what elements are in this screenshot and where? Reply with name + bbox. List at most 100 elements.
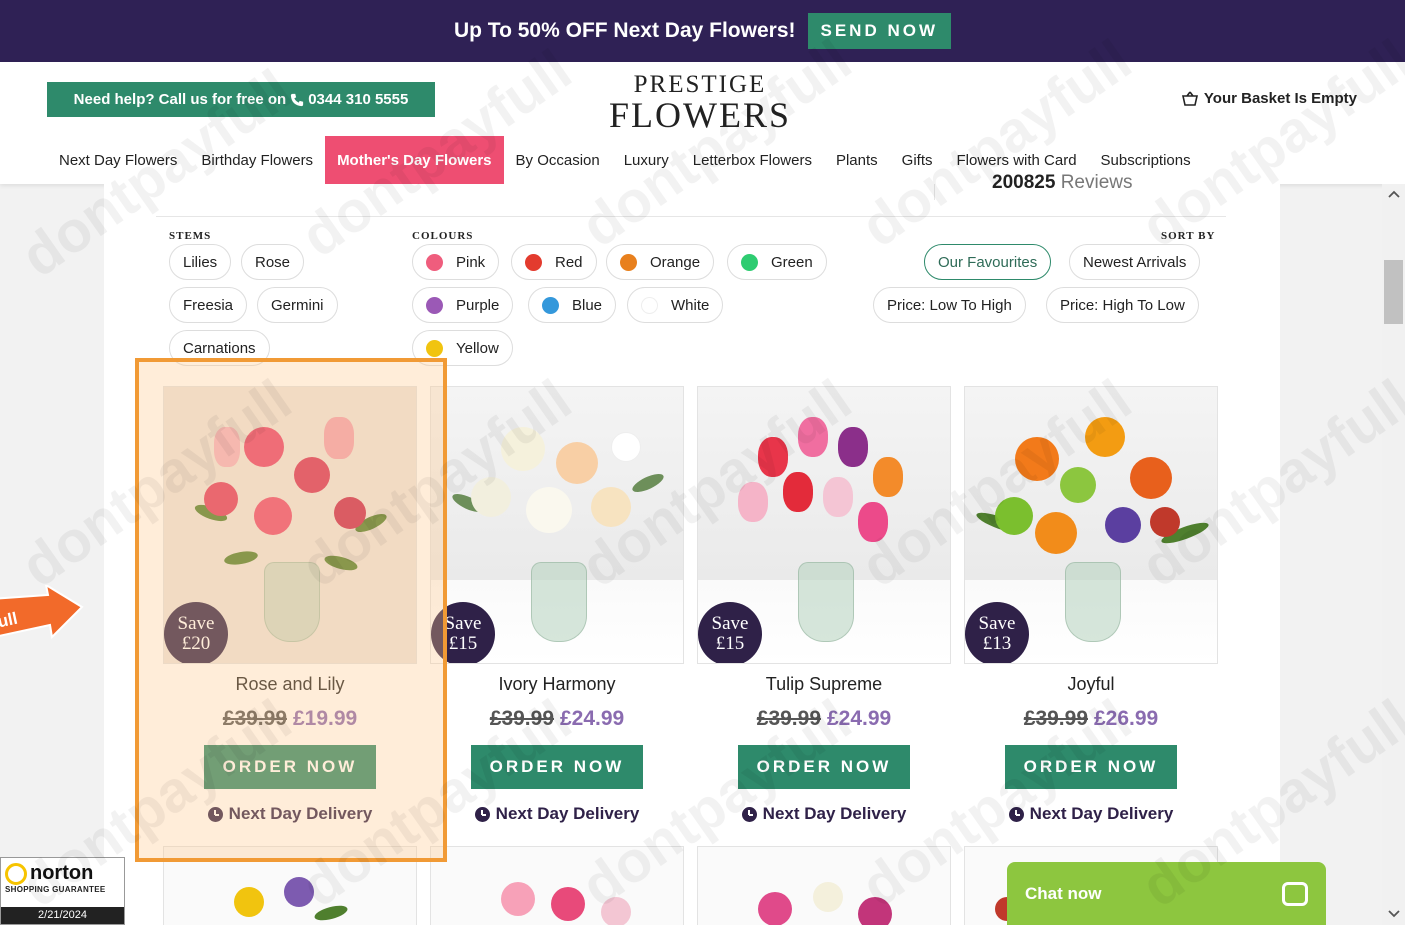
stem-filter-germini[interactable]: Germini: [257, 287, 338, 323]
stem-filter-freesia[interactable]: Freesia: [169, 287, 248, 323]
scrollbar[interactable]: [1382, 184, 1405, 925]
colour-filter-blue[interactable]: Blue: [528, 287, 617, 323]
stem-filter-rose[interactable]: Rose: [241, 244, 305, 280]
rose-bloom: [526, 487, 572, 533]
sort-newest-arrivals[interactable]: Newest Arrivals: [1069, 244, 1201, 280]
basket-label: Your Basket Is Empty: [1203, 90, 1357, 107]
scroll-up-icon[interactable]: [1388, 190, 1400, 198]
sort-by-label: SORT BY: [1161, 230, 1216, 242]
product-image-partial[interactable]: [430, 846, 684, 925]
chrysanthemum-bloom: [995, 497, 1033, 535]
product-price: £39.99 £26.99: [964, 707, 1218, 731]
save-amount: £13: [982, 633, 1012, 654]
colour-label: Red: [555, 253, 583, 271]
order-now-button[interactable]: ORDER NOW: [738, 745, 910, 789]
new-price: £24.99: [560, 707, 625, 730]
sort-our-favourites[interactable]: Our Favourites: [924, 244, 1052, 280]
colour-label: Pink: [456, 253, 486, 271]
save-label: Save: [711, 613, 749, 634]
rose-bloom: [471, 477, 511, 517]
product-image-tulip-supreme[interactable]: Save £15: [697, 386, 951, 664]
sort-price-high-to-low[interactable]: Price: High To Low: [1046, 287, 1199, 323]
nav-plants[interactable]: Plants: [824, 136, 890, 184]
tulip-bloom: [858, 502, 888, 542]
red-swatch-icon: [525, 253, 542, 271]
orange-swatch-icon: [620, 253, 637, 271]
nav-letterbox-flowers[interactable]: Letterbox Flowers: [681, 136, 824, 184]
new-price: £26.99: [1094, 707, 1159, 730]
colour-label: Blue: [572, 296, 603, 314]
norton-badge[interactable]: norton SHOPPING GUARANTEE 2/21/2024: [0, 857, 125, 925]
save-badge: Save £13: [965, 602, 1029, 663]
stem-filter-lilies[interactable]: Lilies: [169, 244, 232, 280]
promo-banner: Up To 50% OFF Next Day Flowers! SEND NOW: [0, 0, 1405, 62]
colour-label: Green: [771, 253, 813, 271]
save-badge: Save £15: [698, 602, 762, 663]
next-day-delivery: Next Day Delivery: [430, 804, 684, 824]
carnation-bloom: [591, 487, 631, 527]
flower-bloom: [758, 892, 792, 925]
product-image-joyful[interactable]: Save £13: [964, 386, 1218, 664]
delivery-label: Next Day Delivery: [762, 804, 907, 823]
tulip-bloom: [873, 457, 903, 497]
colour-label: Purple: [456, 296, 500, 314]
product-price: £39.99 £24.99: [697, 707, 951, 731]
product-name[interactable]: Tulip Supreme: [697, 674, 951, 695]
nav-gifts[interactable]: Gifts: [890, 136, 945, 184]
next-day-delivery: Next Day Delivery: [964, 804, 1218, 824]
vase: [531, 562, 587, 642]
clock-icon: [474, 806, 490, 822]
send-now-button[interactable]: SEND NOW: [807, 13, 951, 49]
nav-by-occasion[interactable]: By Occasion: [504, 136, 612, 184]
scroll-down-icon[interactable]: [1388, 910, 1400, 918]
flower-bloom: [234, 887, 264, 917]
product-price: £39.99 £24.99: [430, 707, 684, 731]
colours-label: COLOURS: [412, 230, 474, 242]
nav-mothers-day-flowers[interactable]: Mother's Day Flowers: [325, 136, 504, 184]
reviews-count: 200825 Reviews: [992, 172, 1133, 194]
basket[interactable]: Your Basket Is Empty: [1181, 90, 1357, 107]
colour-filter-orange[interactable]: Orange: [606, 244, 715, 280]
delivery-label: Next Day Delivery: [1029, 804, 1174, 823]
stems-label: STEMS: [169, 230, 212, 242]
nav-luxury[interactable]: Luxury: [612, 136, 681, 184]
save-label: Save: [978, 613, 1016, 634]
clock-icon: [1008, 806, 1024, 822]
blue-swatch-icon: [542, 296, 559, 314]
colour-label: Orange: [650, 253, 701, 271]
colour-filter-pink[interactable]: Pink: [412, 244, 500, 280]
statice-bloom: [1105, 507, 1141, 543]
scrollbar-thumb[interactable]: [1384, 260, 1403, 324]
colour-filter-green[interactable]: Green: [727, 244, 827, 280]
order-now-button[interactable]: ORDER NOW: [471, 745, 643, 789]
help-phone-banner[interactable]: Need help? Call us for free on 0344 310 …: [47, 82, 435, 117]
next-day-delivery: Next Day Delivery: [697, 804, 951, 824]
colour-filter-purple[interactable]: Purple: [412, 287, 514, 323]
logo-line-2: FLOWERS: [608, 95, 791, 135]
product-name[interactable]: Ivory Harmony: [430, 674, 684, 695]
flower-bloom: [813, 882, 843, 912]
product-name[interactable]: Joyful: [964, 674, 1218, 695]
chat-widget[interactable]: Chat now: [1007, 862, 1326, 925]
norton-check-icon: [5, 862, 27, 885]
divider: [934, 184, 935, 200]
site-logo[interactable]: PRESTIGE FLOWERS: [600, 72, 800, 135]
order-now-button[interactable]: ORDER NOW: [1005, 745, 1177, 789]
tulip-bloom: [823, 477, 853, 517]
nav-next-day-flowers[interactable]: Next Day Flowers: [47, 136, 189, 184]
product-image-ivory-harmony[interactable]: Save £15: [430, 386, 684, 664]
sort-price-low-to-high[interactable]: Price: Low To High: [873, 287, 1026, 323]
leaf: [313, 902, 349, 924]
delivery-label: Next Day Delivery: [495, 804, 640, 823]
colour-filter-white[interactable]: White: [627, 287, 724, 323]
product-image-partial[interactable]: [697, 846, 951, 925]
vase: [798, 562, 854, 642]
promo-text: Up To 50% OFF Next Day Flowers!: [453, 19, 796, 42]
nav-birthday-flowers[interactable]: Birthday Flowers: [189, 136, 325, 184]
colour-filter-red[interactable]: Red: [511, 244, 597, 280]
flower-bloom: [284, 877, 314, 907]
flower-bloom: [858, 897, 892, 925]
gerbera-bloom: [1015, 437, 1059, 481]
side-arrow-tab[interactable]: full: [0, 585, 85, 645]
yellow-swatch-icon: [426, 339, 443, 357]
